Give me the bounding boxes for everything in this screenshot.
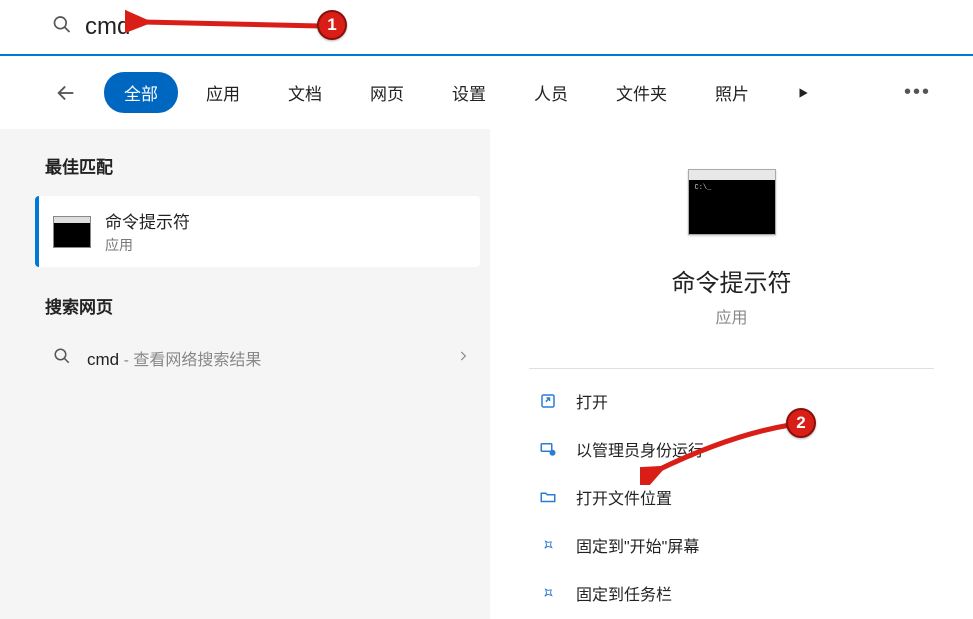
cmd-app-icon [53,216,91,248]
search-icon [53,347,71,370]
action-pin-taskbar[interactable]: 固定到任务栏 [530,569,933,617]
tab-apps[interactable]: 应用 [186,72,260,113]
preview-pane: 命令提示符 应用 打开 以管理员身份运行 打开文件位置 [490,129,973,619]
tab-documents[interactable]: 文档 [268,72,342,113]
content-area: 最佳匹配 命令提示符 应用 搜索网页 cmd - 查看网络搜索结果 命令提示符 … [0,129,973,619]
filter-tabs-row: 全部 应用 文档 网页 设置 人员 文件夹 照片 ••• [0,56,973,129]
divider [529,368,935,369]
web-search-header: 搜索网页 [35,279,490,332]
best-match-header: 最佳匹配 [35,139,490,192]
overflow-menu-button[interactable]: ••• [892,73,943,112]
annotation-badge-2: 2 [786,408,816,438]
results-pane: 最佳匹配 命令提示符 应用 搜索网页 cmd - 查看网络搜索结果 [0,129,490,619]
tab-people[interactable]: 人员 [514,72,588,113]
action-list: 打开 以管理员身份运行 打开文件位置 固定到"开始"屏幕 [490,377,973,617]
result-text: 命令提示符 应用 [105,208,190,255]
tab-settings[interactable]: 设置 [432,72,506,113]
action-label: 固定到任务栏 [576,581,672,605]
cmd-app-icon-large [688,169,776,235]
more-tabs-button[interactable] [785,75,821,111]
open-external-icon [538,391,558,411]
tab-folders[interactable]: 文件夹 [596,72,687,113]
best-match-result[interactable]: 命令提示符 应用 [35,196,480,267]
tab-all[interactable]: 全部 [104,72,178,113]
action-label: 打开文件位置 [576,485,672,509]
pin-icon [538,583,558,603]
folder-icon [538,487,558,507]
annotation-arrow-2 [640,415,800,485]
preview-app-category: 应用 [715,304,747,328]
tab-photos[interactable]: 照片 [695,72,769,113]
web-search-result[interactable]: cmd - 查看网络搜索结果 [35,332,490,384]
chevron-right-icon [456,349,470,368]
web-result-text: cmd - 查看网络搜索结果 [87,346,456,370]
annotation-arrow-1 [125,4,325,44]
annotation-badge-1: 1 [317,10,347,40]
tab-web[interactable]: 网页 [350,72,424,113]
web-desc-text: - 查看网络搜索结果 [119,352,261,369]
action-pin-start[interactable]: 固定到"开始"屏幕 [530,521,933,569]
back-button[interactable] [48,75,84,111]
result-title: 命令提示符 [105,208,190,233]
admin-run-icon [538,439,558,459]
web-query-text: cmd [87,350,119,369]
pin-icon [538,535,558,555]
result-subtitle: 应用 [105,235,190,255]
preview-app-title: 命令提示符 [672,263,792,298]
search-icon [52,15,72,40]
action-label: 固定到"开始"屏幕 [576,533,699,557]
action-label: 打开 [576,389,608,413]
